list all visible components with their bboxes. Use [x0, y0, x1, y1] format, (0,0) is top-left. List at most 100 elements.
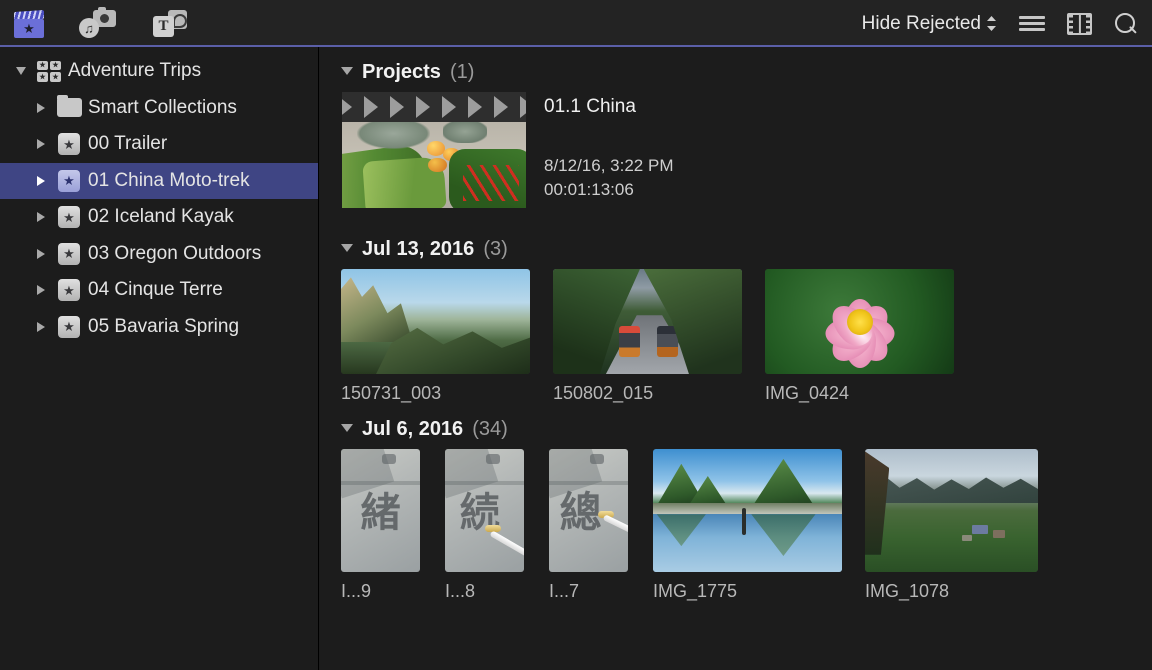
green-valley-karst-art	[865, 449, 1038, 572]
clip-thumbnail[interactable]	[765, 269, 954, 374]
project-date: 8/12/16, 3:22 PM	[544, 156, 673, 176]
motorbikes-road-art	[553, 269, 742, 374]
list-item[interactable]: 150802_015	[553, 269, 765, 404]
clip-thumbnail[interactable]	[653, 449, 842, 572]
section-count: (34)	[472, 418, 508, 441]
clip-name: 150802_015	[553, 383, 765, 404]
clapperboard-star-icon: ★	[12, 8, 46, 39]
filter-popup-label: Hide Rejected	[862, 13, 981, 35]
sidebar-item-02-iceland-kayak[interactable]: ★ 02 Iceland Kayak	[0, 199, 318, 236]
calligraphy-wall-hose-art: 続	[445, 449, 524, 572]
disclosure-triangle-right-icon[interactable]	[28, 103, 54, 113]
browser-selector-group: ★ ♫ T	[12, 8, 190, 39]
section-header-jul-6-2016[interactable]: Jul 6, 2016 (34)	[341, 404, 1152, 449]
section-header-jul-13-2016[interactable]: Jul 13, 2016 (3)	[341, 224, 1152, 269]
browser-pane[interactable]: Projects (1)	[319, 47, 1152, 670]
sidebar-item-label: Adventure Trips	[64, 60, 201, 82]
clip-thumbnail[interactable]: 続	[445, 449, 524, 572]
list-item[interactable]: IMG_1775	[653, 449, 865, 602]
filter-popup-button[interactable]: Hide Rejected	[862, 13, 997, 35]
vegetables-on-wood-art	[342, 118, 526, 208]
clip-thumbnail[interactable]	[553, 269, 742, 374]
sidebar-item-smart-collections[interactable]: Smart Collections	[0, 90, 318, 127]
clip-thumbnail[interactable]	[341, 269, 530, 374]
camera-music-icon: ♫	[78, 8, 118, 39]
list-item[interactable]: 続 I...8	[445, 449, 549, 602]
sidebar-item-04-cinque-terre[interactable]: ★ 04 Cinque Terre	[0, 272, 318, 309]
search-icon[interactable]	[1114, 12, 1138, 36]
disclosure-triangle-right-icon[interactable]	[28, 139, 54, 149]
list-item[interactable]: IMG_1078	[865, 449, 1077, 602]
sidebar-item-label: 03 Oregon Outdoors	[84, 243, 261, 265]
photos-audio-browser-icon[interactable]: ♫	[78, 8, 118, 39]
clip-name: IMG_1078	[865, 581, 1077, 602]
section-title: Jul 6, 2016	[362, 418, 463, 441]
clip-row-jul-6: 緒 I...9 続 I...8	[341, 449, 1152, 602]
clip-name: 150731_003	[341, 383, 553, 404]
event-star-icon: ★	[54, 316, 84, 338]
calligraphy-wall-hose-close-art: 總	[549, 449, 628, 572]
disclosure-triangle-right-icon[interactable]	[28, 322, 54, 332]
filmstrip-icon	[1067, 13, 1092, 35]
disclosure-triangle-down-icon[interactable]	[341, 67, 353, 75]
disclosure-triangle-right-icon[interactable]	[28, 285, 54, 295]
lotus-flower-art	[765, 269, 954, 374]
list-lines-icon	[1019, 14, 1045, 34]
calligraphy-wall-art: 緒	[341, 449, 420, 572]
clip-thumbnail[interactable]: 總	[549, 449, 628, 572]
sidebar-item-05-bavaria-spring[interactable]: ★ 05 Bavaria Spring	[0, 309, 318, 346]
project-poster-frame	[342, 118, 526, 208]
main-body: ★★★★ Adventure Trips Smart Collections ★…	[0, 47, 1152, 670]
project-metadata: 01.1 China 8/12/16, 3:22 PM 00:01:13:06	[544, 92, 673, 208]
section-title: Projects	[362, 61, 441, 84]
project-item[interactable]: 01.1 China 8/12/16, 3:22 PM 00:01:13:06	[341, 92, 1152, 224]
chevron-updown-icon	[986, 15, 997, 32]
titles-t-glyph: T	[153, 16, 174, 37]
event-star-icon: ★	[54, 243, 84, 265]
project-duration: 00:01:13:06	[544, 180, 673, 200]
folder-icon	[54, 98, 84, 117]
toolbar: ★ ♫ T Hide Rejected	[0, 0, 1152, 47]
section-title: Jul 13, 2016	[362, 238, 474, 261]
sidebar-item-label: 01 China Moto-trek	[84, 170, 250, 192]
project-name: 01.1 China	[544, 96, 673, 118]
section-count: (3)	[483, 238, 507, 261]
disclosure-triangle-right-icon[interactable]	[28, 212, 54, 222]
list-item[interactable]: 緒 I...9	[341, 449, 445, 602]
disclosure-triangle-down-icon[interactable]	[341, 244, 353, 252]
sidebar-item-label: 04 Cinque Terre	[84, 279, 223, 301]
mountain-vista-art	[341, 269, 530, 374]
sidebar-item-label: Smart Collections	[84, 97, 237, 119]
filmstrip-view-icon[interactable]	[1067, 13, 1092, 35]
sidebar-item-adventure-trips[interactable]: ★★★★ Adventure Trips	[0, 53, 318, 90]
disclosure-triangle-right-icon[interactable]	[28, 176, 54, 186]
disclosure-triangle-down-icon[interactable]	[341, 424, 353, 432]
library-icon: ★★★★	[34, 61, 64, 82]
section-count: (1)	[450, 61, 474, 84]
titles-generators-browser-icon[interactable]: T	[150, 8, 190, 39]
sidebar-item-01-china-moto-trek[interactable]: ★ 01 China Moto-trek	[0, 163, 318, 200]
clip-name: IMG_1775	[653, 581, 865, 602]
clip-thumbnail[interactable]	[865, 449, 1038, 572]
list-view-icon[interactable]	[1019, 14, 1045, 34]
section-header-projects[interactable]: Projects (1)	[341, 47, 1152, 92]
list-item[interactable]: 總 I...7	[549, 449, 653, 602]
libraries-browser-icon[interactable]: ★	[12, 8, 46, 39]
sidebar-item-label: 05 Bavaria Spring	[84, 316, 239, 338]
sidebar-item-00-trailer[interactable]: ★ 00 Trailer	[0, 126, 318, 163]
project-thumbnail[interactable]	[342, 92, 526, 208]
event-star-icon: ★	[54, 279, 84, 301]
disclosure-triangle-down-icon[interactable]	[8, 67, 34, 75]
clip-name: IMG_0424	[765, 383, 977, 404]
list-item[interactable]: IMG_0424	[765, 269, 977, 404]
clip-thumbnail[interactable]: 緒	[341, 449, 420, 572]
list-item[interactable]: 150731_003	[341, 269, 553, 404]
toolbar-right-group: Hide Rejected	[862, 12, 1138, 36]
clip-name: I...7	[549, 581, 653, 602]
event-star-icon: ★	[54, 206, 84, 228]
sidebar-item-03-oregon-outdoors[interactable]: ★ 03 Oregon Outdoors	[0, 236, 318, 273]
clip-name: I...8	[445, 581, 549, 602]
project-filmstrip-chevrons	[342, 92, 526, 122]
disclosure-triangle-right-icon[interactable]	[28, 249, 54, 259]
event-star-icon: ★	[54, 133, 84, 155]
